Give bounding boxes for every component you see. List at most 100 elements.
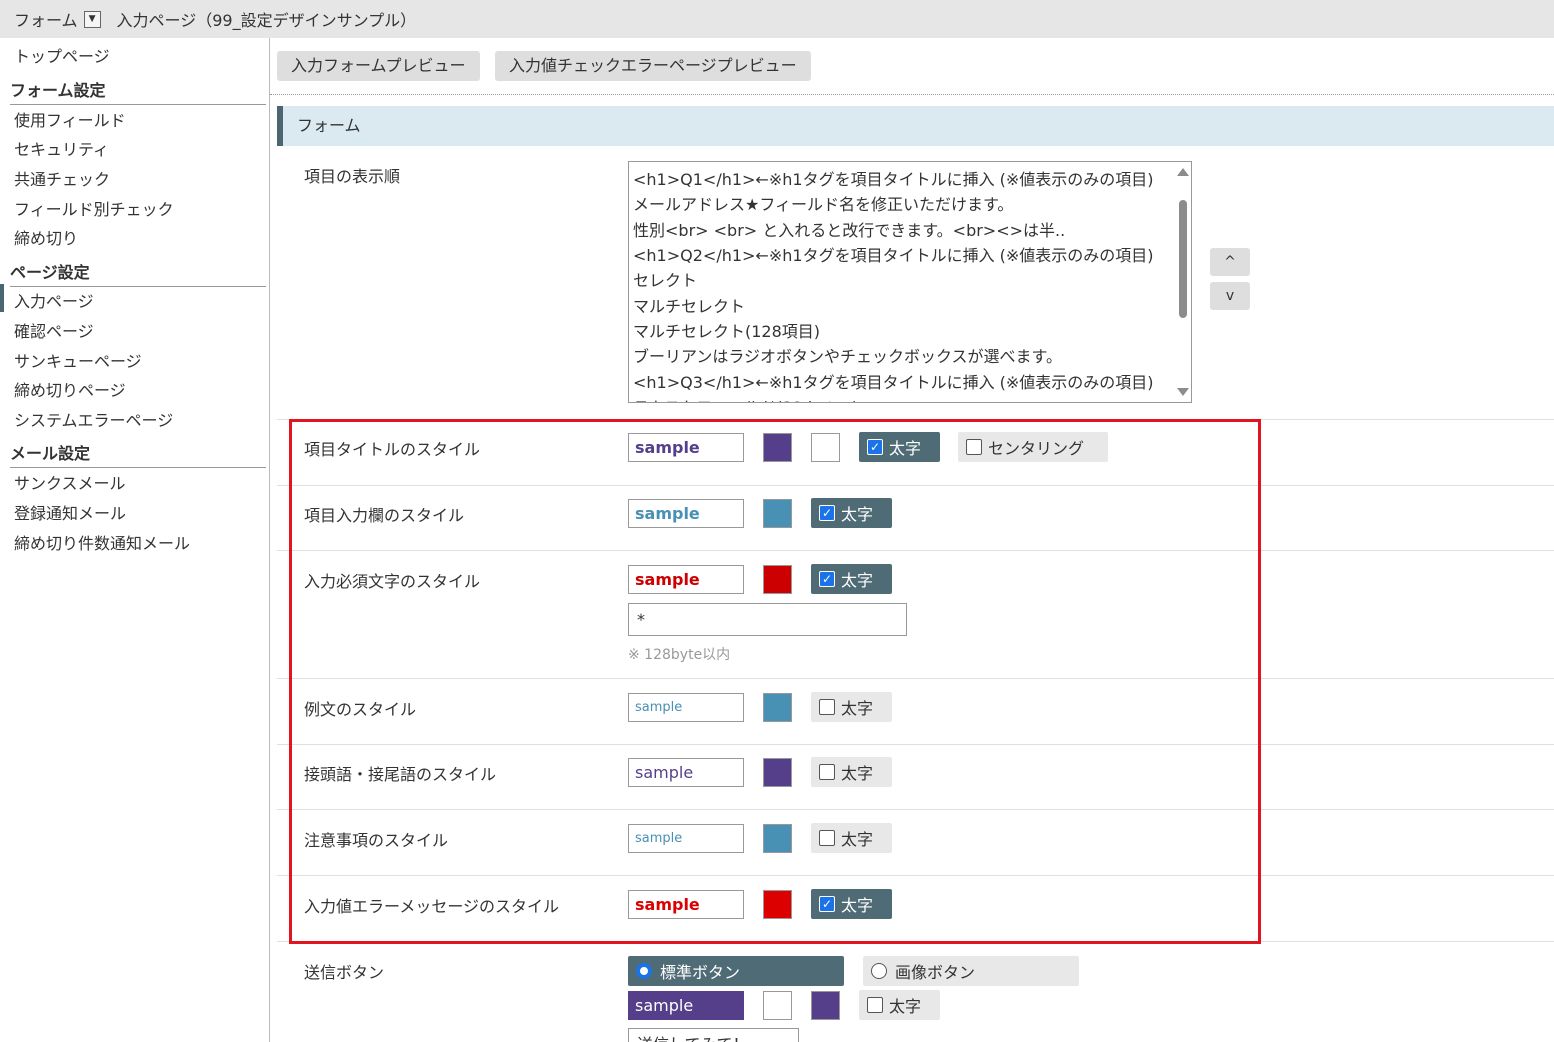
list-item[interactable]: 性別<br> <br> と入れると改行できます。<br><>は半.. xyxy=(633,217,1065,241)
section-title: フォーム xyxy=(277,106,1554,146)
notes-bold-checkbox[interactable]: 太字 xyxy=(811,823,892,853)
bold-label: 太字 xyxy=(841,896,874,915)
sidebar-item-deadline[interactable]: 締め切り xyxy=(14,225,78,249)
image-label: 画像ボタン xyxy=(895,963,976,982)
scroll-up-icon[interactable] xyxy=(1177,168,1189,176)
check-icon: ✓ xyxy=(819,505,835,521)
title-centering-checkbox[interactable]: センタリング xyxy=(958,432,1108,462)
check-icon: ✓ xyxy=(819,896,835,912)
example-style-label: 例文のスタイル xyxy=(304,700,417,719)
bold-label: 太字 xyxy=(841,505,874,524)
list-item[interactable]: メールアドレス★フィールド名を修正いただけます。 xyxy=(633,191,1013,215)
title-bg-color-swatch[interactable] xyxy=(811,433,840,462)
input-bold-checkbox[interactable]: ✓ 太字 xyxy=(811,498,892,528)
main-content: 入力フォームプレビュー 入力値チェックエラーページプレビュー フォーム 項目の表… xyxy=(270,38,1554,1042)
required-style-label: 入力必須文字のスタイル xyxy=(304,572,481,591)
example-bold-checkbox[interactable]: 太字 xyxy=(811,692,892,722)
notes-style-label: 注意事項のスタイル xyxy=(304,831,449,850)
chevron-down-icon[interactable]: ▼ xyxy=(83,10,101,28)
sidebar-item-notify-mail[interactable]: 登録通知メール xyxy=(14,500,126,524)
sidebar-item-system-error-page[interactable]: システムエラーページ xyxy=(14,407,173,431)
centering-label: センタリング xyxy=(988,439,1085,458)
bold-label: 太字 xyxy=(841,699,874,718)
move-down-button[interactable]: v xyxy=(1210,282,1250,310)
image-button-radio[interactable]: 画像ボタン xyxy=(863,956,1079,986)
list-item[interactable]: ブーリアンはラジオボタンやチェックボックスが選べます。 xyxy=(633,343,1062,367)
sidebar-item-confirm-page[interactable]: 確認ページ xyxy=(14,318,94,342)
input-style-label: 項目入力欄のスタイル xyxy=(304,506,465,525)
bold-label: 太字 xyxy=(889,997,922,1016)
form-menu[interactable]: フォーム xyxy=(14,7,78,31)
row-divider xyxy=(277,550,1554,551)
checkbox-icon xyxy=(867,997,883,1013)
sidebar-header-mail: メール設定 xyxy=(10,440,266,468)
checkbox-icon xyxy=(966,439,982,455)
list-item[interactable]: テキストフィールド(32 bytes) xyxy=(633,394,858,402)
radio-icon xyxy=(871,963,887,979)
affix-color-swatch[interactable] xyxy=(763,758,792,787)
input-color-swatch[interactable] xyxy=(763,499,792,528)
list-item[interactable]: マルチセレクト xyxy=(633,293,745,317)
order-listbox[interactable]: <h1>Q1</h1>←※h1タグを項目タイトルに挿入 (※値表示のみの項目) … xyxy=(628,161,1192,403)
sidebar-item-top[interactable]: トップページ xyxy=(14,43,110,67)
affix-style-sample: sample xyxy=(628,758,744,787)
title-style-label: 項目タイトルのスタイル xyxy=(304,440,481,459)
sidebar-item-thanks-mail[interactable]: サンクスメール xyxy=(14,470,126,494)
row-divider xyxy=(277,941,1554,942)
sidebar-header-form: フォーム設定 xyxy=(10,77,266,105)
input-style-sample: sample xyxy=(628,499,744,528)
sidebar-item-input-page[interactable]: 入力ページ xyxy=(0,284,94,312)
list-item[interactable]: マルチセレクト(128項目) xyxy=(633,318,820,342)
order-label: 項目の表示順 xyxy=(304,167,401,186)
affix-bold-checkbox[interactable]: 太字 xyxy=(811,757,892,787)
title-text-color-swatch[interactable] xyxy=(763,433,792,462)
page-title: 入力ページ（99_設定デザインサンプル） xyxy=(116,11,417,30)
sidebar-item-field-check[interactable]: フィールド別チェック xyxy=(14,196,174,220)
sidebar-item-deadline-count-mail[interactable]: 締め切り件数通知メール xyxy=(14,530,190,554)
listbox-scrollbar[interactable] xyxy=(1173,162,1191,402)
list-item[interactable]: <h1>Q1</h1>←※h1タグを項目タイトルに挿入 (※値表示のみの項目) xyxy=(633,166,1154,190)
list-item[interactable]: セレクト xyxy=(633,267,697,291)
required-color-swatch[interactable] xyxy=(763,565,792,594)
sidebar-item-common-check[interactable]: 共通チェック xyxy=(14,166,110,190)
list-item[interactable]: <h1>Q3</h1>←※h1タグを項目タイトルに挿入 (※値表示のみの項目) xyxy=(633,369,1154,393)
sidebar-item-deadline-page[interactable]: 締め切りページ xyxy=(14,377,126,401)
check-icon: ✓ xyxy=(867,439,883,455)
affix-style-label: 接頭語・接尾語のスタイル xyxy=(304,765,497,784)
bold-label: 太字 xyxy=(841,830,874,849)
error-bold-checkbox[interactable]: ✓ 太字 xyxy=(811,889,892,919)
preview-form-button[interactable]: 入力フォームプレビュー xyxy=(277,51,480,81)
checkbox-icon xyxy=(819,830,835,846)
title-bold-checkbox[interactable]: ✓ 太字 xyxy=(859,432,940,462)
example-color-swatch[interactable] xyxy=(763,693,792,722)
list-item[interactable]: <h1>Q2</h1>←※h1タグを項目タイトルに挿入 (※値表示のみの項目) xyxy=(633,242,1154,266)
scrollbar-thumb[interactable] xyxy=(1179,200,1187,318)
submit-text-input[interactable]: 送信してみて！ xyxy=(628,1028,799,1042)
row-divider xyxy=(277,875,1554,876)
bold-label: 太字 xyxy=(841,764,874,783)
submit-bg-color-swatch[interactable] xyxy=(811,991,840,1020)
sidebar: トップページ フォーム設定 使用フィールド セキュリティ 共通チェック フィール… xyxy=(0,38,270,1042)
sidebar-item-security[interactable]: セキュリティ xyxy=(14,136,109,160)
top-bar: フォーム ▼ 入力ページ（99_設定デザインサンプル） xyxy=(0,0,1554,38)
sidebar-item-fields[interactable]: 使用フィールド xyxy=(14,107,126,131)
radio-selected-icon xyxy=(636,963,652,979)
scroll-down-icon[interactable] xyxy=(1177,388,1189,396)
error-color-swatch[interactable] xyxy=(763,890,792,919)
required-mark-input[interactable]: * xyxy=(628,603,907,636)
bold-label: 太字 xyxy=(841,571,874,590)
row-divider xyxy=(277,744,1554,745)
required-bold-checkbox[interactable]: ✓ 太字 xyxy=(811,564,892,594)
standard-label: 標準ボタン xyxy=(660,963,741,982)
row-divider xyxy=(277,485,1554,486)
standard-button-radio[interactable]: 標準ボタン xyxy=(628,956,844,986)
sidebar-item-thankyou-page[interactable]: サンキューページ xyxy=(14,348,142,372)
submit-bold-checkbox[interactable]: 太字 xyxy=(859,990,940,1020)
preview-error-button[interactable]: 入力値チェックエラーページプレビュー xyxy=(495,51,811,81)
required-style-sample: sample xyxy=(628,565,744,594)
notes-color-swatch[interactable] xyxy=(763,824,792,853)
bold-label: 太字 xyxy=(889,439,922,458)
move-up-button[interactable]: ^ xyxy=(1210,248,1250,276)
submit-text-color-swatch[interactable] xyxy=(763,991,792,1020)
submit-style-sample: sample xyxy=(628,991,744,1020)
